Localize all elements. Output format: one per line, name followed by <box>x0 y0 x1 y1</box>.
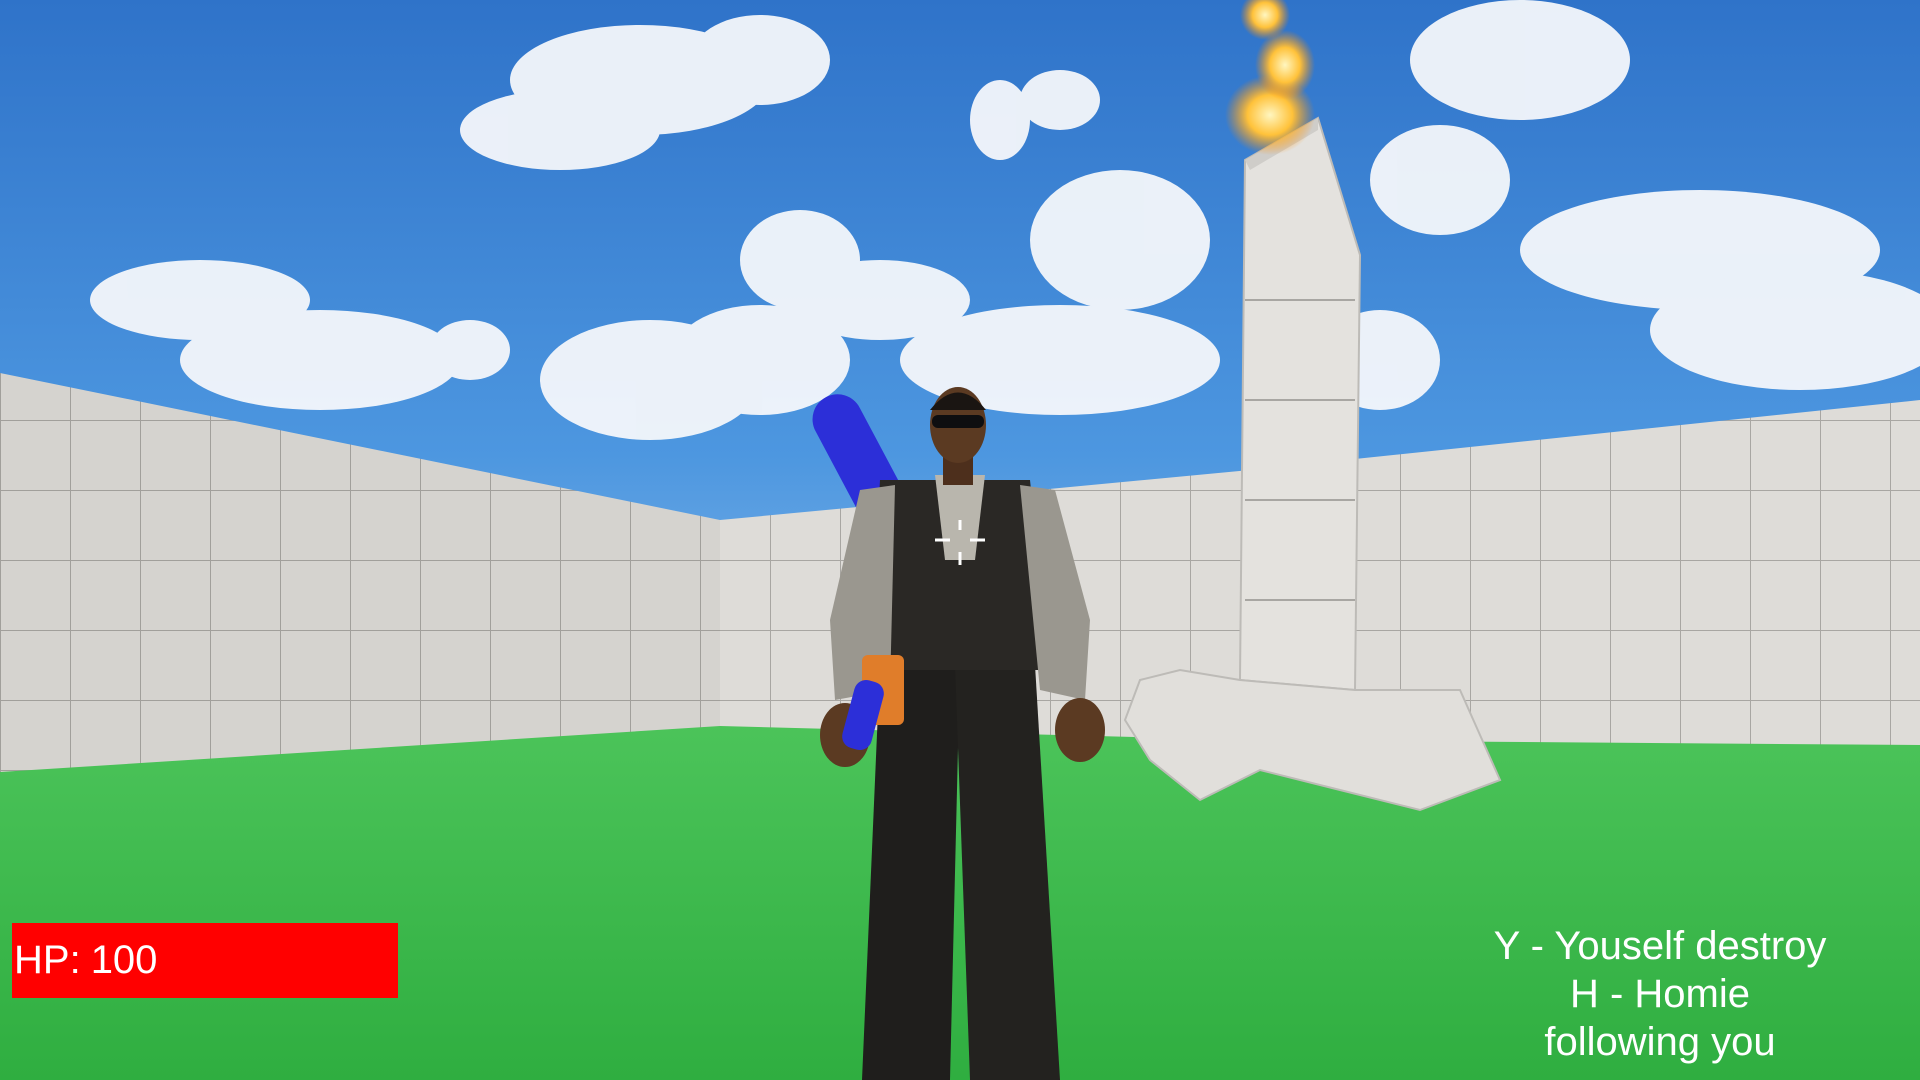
hp-value: 100 <box>90 938 158 982</box>
controls-hint: Y - Youself destroy H - Homie following … <box>1450 922 1870 1066</box>
control-hint-line: following you <box>1544 1020 1776 1064</box>
hp-label: HP: <box>14 938 81 982</box>
control-hint-line: Y - Youself destroy <box>1493 924 1827 968</box>
control-hint-line: H - Homie <box>1569 972 1751 1016</box>
hp-bar: HP: 100 <box>12 923 398 998</box>
game-viewport[interactable] <box>0 0 1920 1080</box>
